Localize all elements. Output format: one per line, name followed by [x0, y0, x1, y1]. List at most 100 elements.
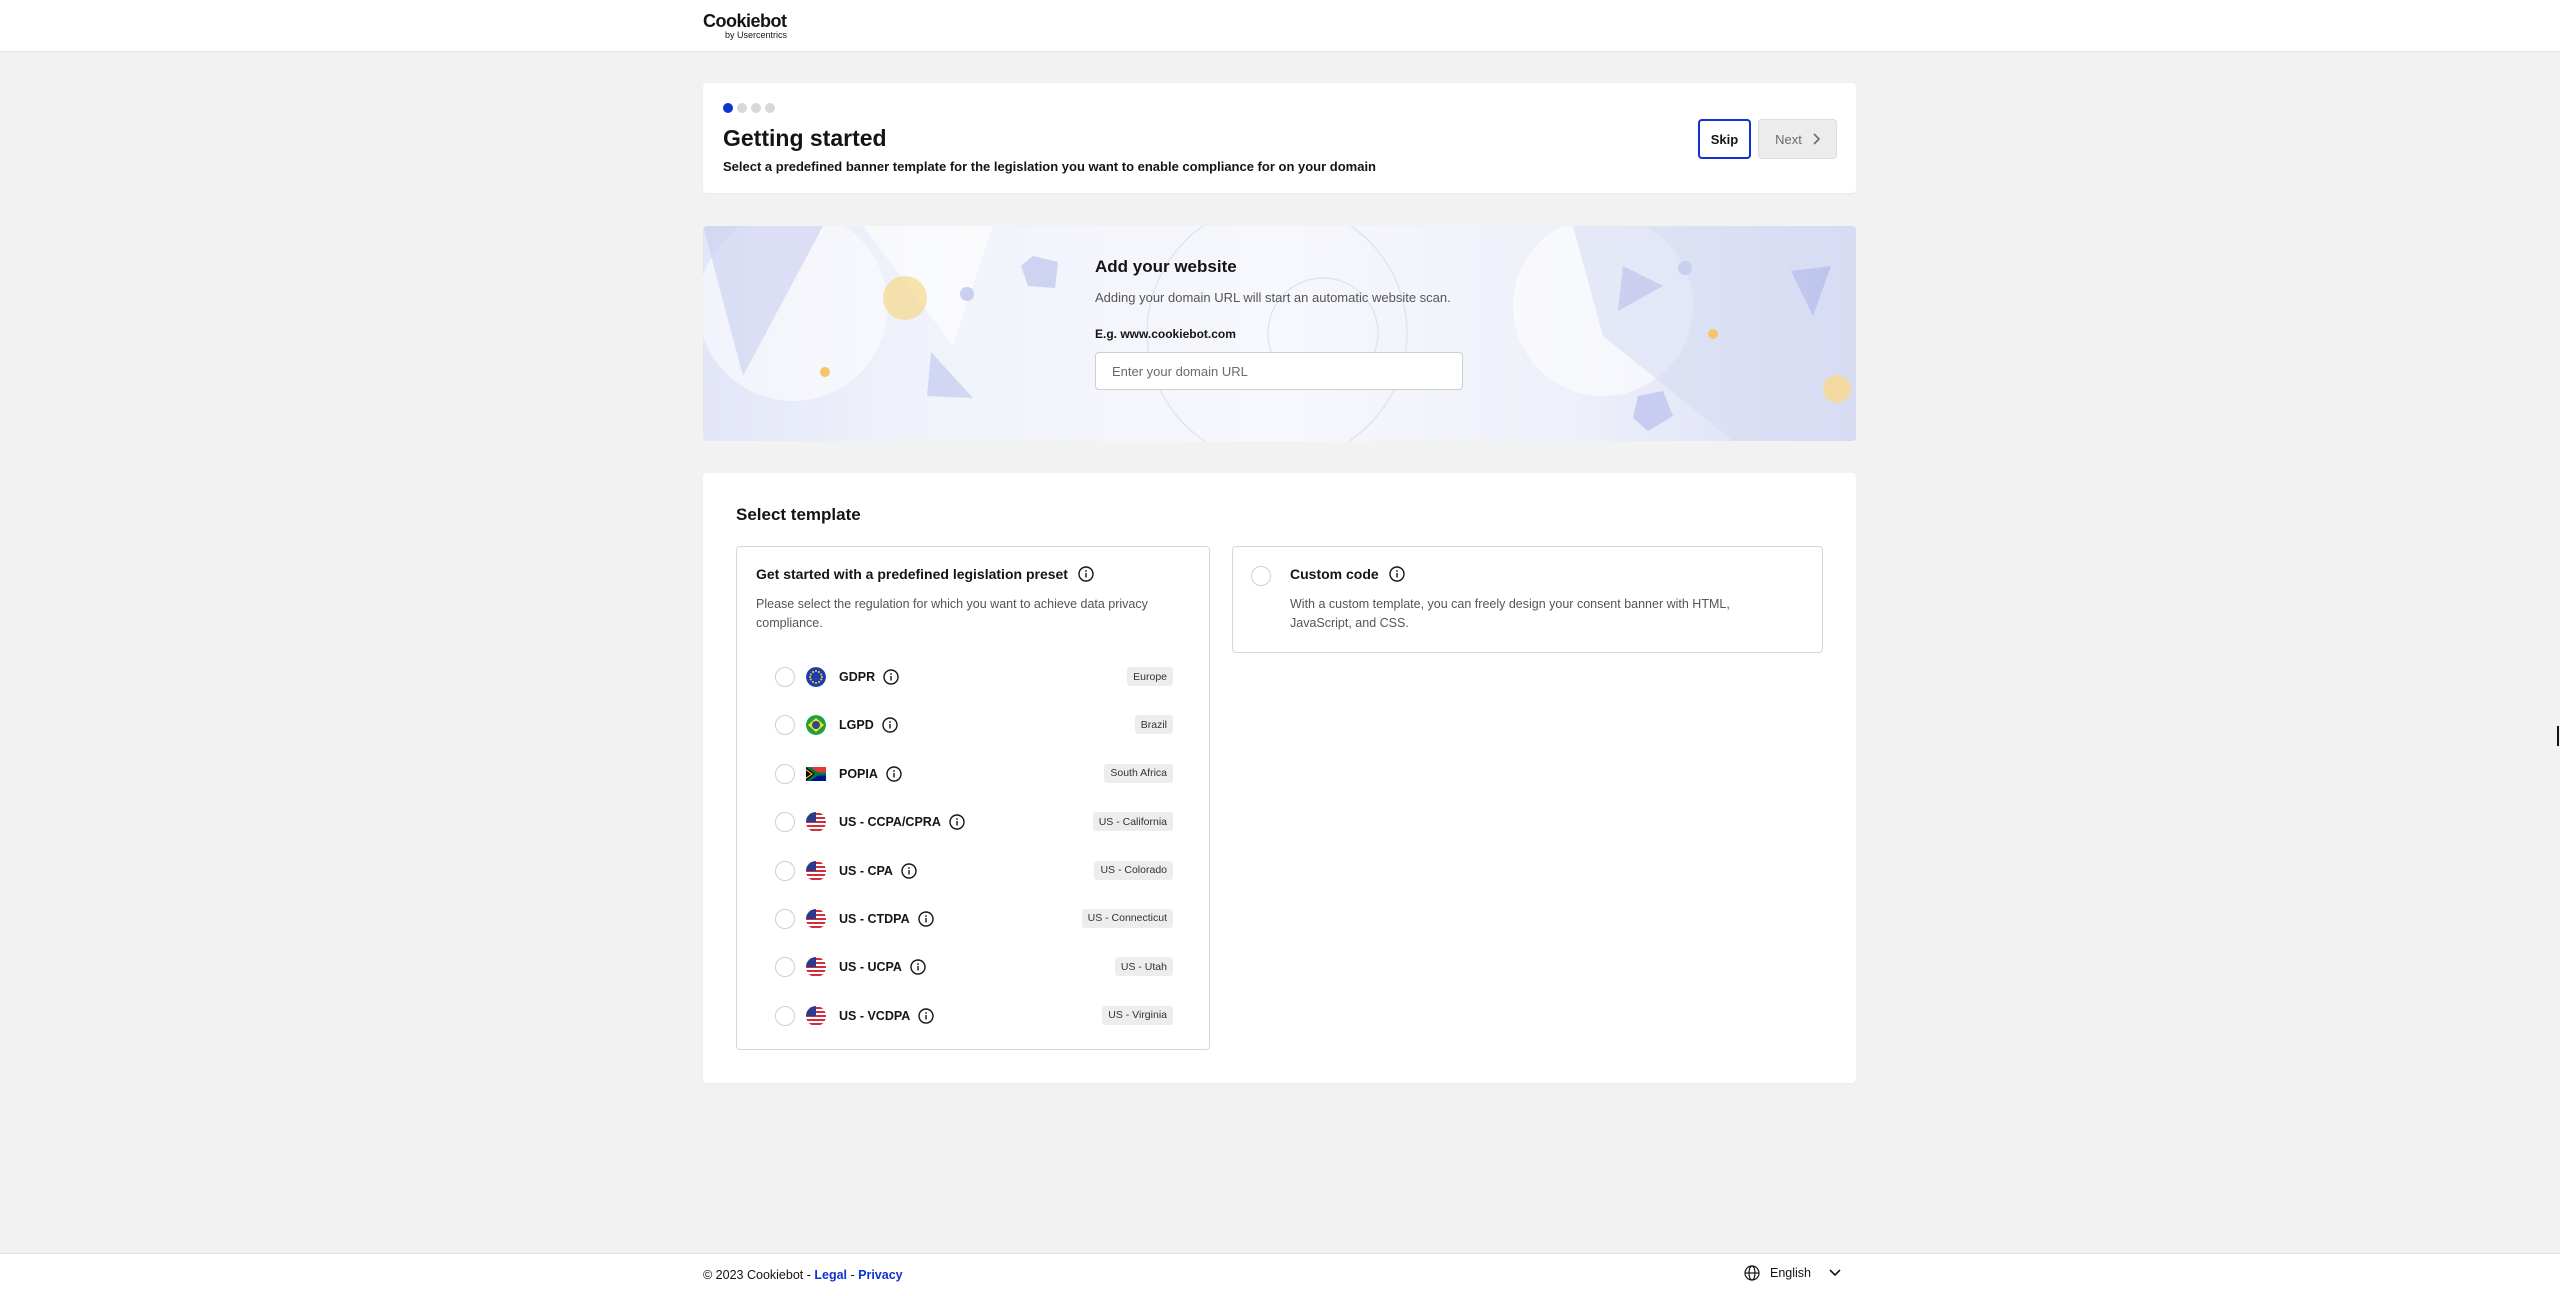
step-dot: [751, 103, 761, 113]
regulation-row-ccpa-cpra[interactable]: US - CCPA/CPRA US - California: [737, 798, 1211, 846]
footer-links: © 2023 Cookiebot - Legal - Privacy: [703, 1268, 903, 1282]
step-dot-active: [723, 103, 733, 113]
region-badge: South Africa: [1104, 763, 1173, 783]
preset-heading: Get started with a predefined legislatio…: [756, 566, 1094, 582]
logo-subtitle: by Usercentrics: [725, 30, 788, 40]
regulation-label: US - VCDPA: [839, 1008, 911, 1023]
page-title: Getting started: [723, 125, 887, 151]
eu-flag-icon: [806, 667, 826, 687]
regulation-row-vcdpa[interactable]: US - VCDPA US - Virginia: [737, 992, 1211, 1040]
privacy-link[interactable]: Privacy: [858, 1268, 902, 1282]
info-icon[interactable]: [901, 862, 917, 879]
regulation-list: GDPR Europe LGPD Brazil POPIA South Afri…: [737, 653, 1211, 1040]
us-flag-icon: [806, 860, 826, 881]
region-badge: US - Utah: [1114, 957, 1173, 977]
top-bar: Cookiebot by Usercentrics: [0, 0, 2560, 52]
regulation-label: US - CCPA/CPRA: [839, 815, 941, 830]
region-badge: Brazil: [1134, 715, 1173, 735]
us-flag-icon: [806, 812, 826, 833]
regulation-row-ctdpa[interactable]: US - CTDPA US - Connecticut: [737, 895, 1211, 943]
radio-button[interactable]: [775, 812, 795, 833]
regulation-name: GDPR: [839, 669, 899, 685]
language-label: English: [1770, 1266, 1811, 1280]
language-selector[interactable]: English: [1744, 1265, 1841, 1281]
radio-button[interactable]: [1251, 566, 1271, 586]
radio-button[interactable]: [775, 1005, 795, 1026]
south-africa-flag-icon: [806, 766, 826, 781]
info-icon[interactable]: [918, 1008, 935, 1024]
info-icon[interactable]: [1078, 566, 1094, 582]
radio-button[interactable]: [775, 908, 795, 929]
info-icon[interactable]: [1388, 566, 1405, 582]
regulation-row-lgpd[interactable]: LGPD Brazil: [737, 701, 1211, 749]
custom-code-description: With a custom template, you can freely d…: [1290, 597, 1730, 630]
banner-decoration: [703, 226, 1856, 441]
radio-button[interactable]: [775, 667, 795, 687]
regulation-name: US - CTDPA: [839, 911, 934, 927]
domain-url-input[interactable]: [1095, 352, 1463, 390]
add-website-title: Add your website: [1095, 257, 1237, 276]
text-cursor: [2557, 726, 2559, 746]
regulation-name: US - CPA: [839, 862, 917, 879]
custom-code-heading: Custom code: [1290, 566, 1405, 582]
us-flag-icon: [806, 908, 826, 929]
page-subtitle: Select a predefined banner template for …: [723, 159, 1377, 174]
regulation-row-popia[interactable]: POPIA South Africa: [737, 750, 1211, 798]
globe-icon: [1744, 1265, 1760, 1281]
domain-field-label: E.g. www.cookiebot.com: [1095, 327, 1236, 341]
regulation-name: POPIA: [839, 766, 902, 782]
custom-code-title: Custom code: [1290, 566, 1379, 582]
regulation-name: LGPD: [839, 717, 898, 734]
regulation-row-ucpa[interactable]: US - UCPA US - Utah: [737, 943, 1211, 991]
regulation-row-gdpr[interactable]: GDPR Europe: [737, 653, 1211, 701]
regulation-label: LGPD: [839, 718, 874, 733]
chevron-down-icon: [1829, 1269, 1841, 1277]
next-button-label: Next: [1775, 131, 1802, 147]
footer: © 2023 Cookiebot - Legal - Privacy Engli…: [0, 1253, 2560, 1296]
regulation-name: US - VCDPA: [839, 1008, 935, 1024]
regulation-label: US - CPA: [839, 863, 893, 878]
add-website-banner: Add your website Adding your domain URL …: [703, 226, 1856, 441]
getting-started-card: Getting started Select a predefined bann…: [703, 83, 1856, 193]
regulation-label: US - UCPA: [839, 960, 902, 975]
info-icon[interactable]: [910, 959, 926, 976]
legal-link[interactable]: Legal: [814, 1268, 847, 1282]
radio-button[interactable]: [775, 763, 795, 784]
regulation-row-cpa[interactable]: US - CPA US - Colorado: [737, 847, 1211, 895]
select-template-card: Select template Get started with a prede…: [703, 473, 1856, 1083]
link-separator: -: [847, 1268, 859, 1282]
step-dot: [765, 103, 775, 113]
next-button[interactable]: Next: [1758, 119, 1837, 159]
step-dot: [737, 103, 747, 113]
info-icon[interactable]: [882, 717, 898, 734]
region-badge: US - Virginia: [1102, 1005, 1173, 1025]
regulation-label: POPIA: [839, 766, 878, 781]
us-flag-icon: [806, 1005, 826, 1026]
chevron-right-icon: [1813, 133, 1820, 145]
add-website-description: Adding your domain URL will start an aut…: [1095, 290, 1451, 305]
radio-button[interactable]: [775, 957, 795, 978]
info-icon[interactable]: [883, 669, 899, 685]
us-flag-icon: [806, 957, 826, 978]
info-icon[interactable]: [917, 911, 934, 927]
step-indicator: [723, 103, 775, 113]
skip-button[interactable]: Skip: [1698, 119, 1751, 159]
regulation-label: US - CTDPA: [839, 911, 910, 926]
info-icon[interactable]: [949, 814, 965, 830]
regulation-label: GDPR: [839, 670, 876, 684]
preset-title: Get started with a predefined legislatio…: [756, 566, 1068, 582]
cookiebot-logo[interactable]: Cookiebot by Usercentrics: [703, 11, 795, 41]
logo-wordmark: Cookiebot: [703, 11, 787, 31]
select-template-title: Select template: [736, 505, 861, 524]
legislation-preset-option[interactable]: Get started with a predefined legislatio…: [736, 546, 1210, 1050]
region-badge: US - Connecticut: [1081, 908, 1173, 928]
info-icon[interactable]: [886, 766, 902, 782]
brazil-flag-icon: [806, 715, 826, 736]
radio-button[interactable]: [775, 715, 795, 736]
radio-button[interactable]: [775, 860, 795, 881]
copyright-text: © 2023 Cookiebot -: [703, 1268, 815, 1282]
custom-code-option[interactable]: Custom code With a custom template, you …: [1232, 546, 1823, 653]
regulation-name: US - CCPA/CPRA: [839, 814, 965, 830]
preset-description: Please select the regulation for which y…: [756, 597, 1148, 630]
region-badge: Europe: [1127, 667, 1173, 686]
